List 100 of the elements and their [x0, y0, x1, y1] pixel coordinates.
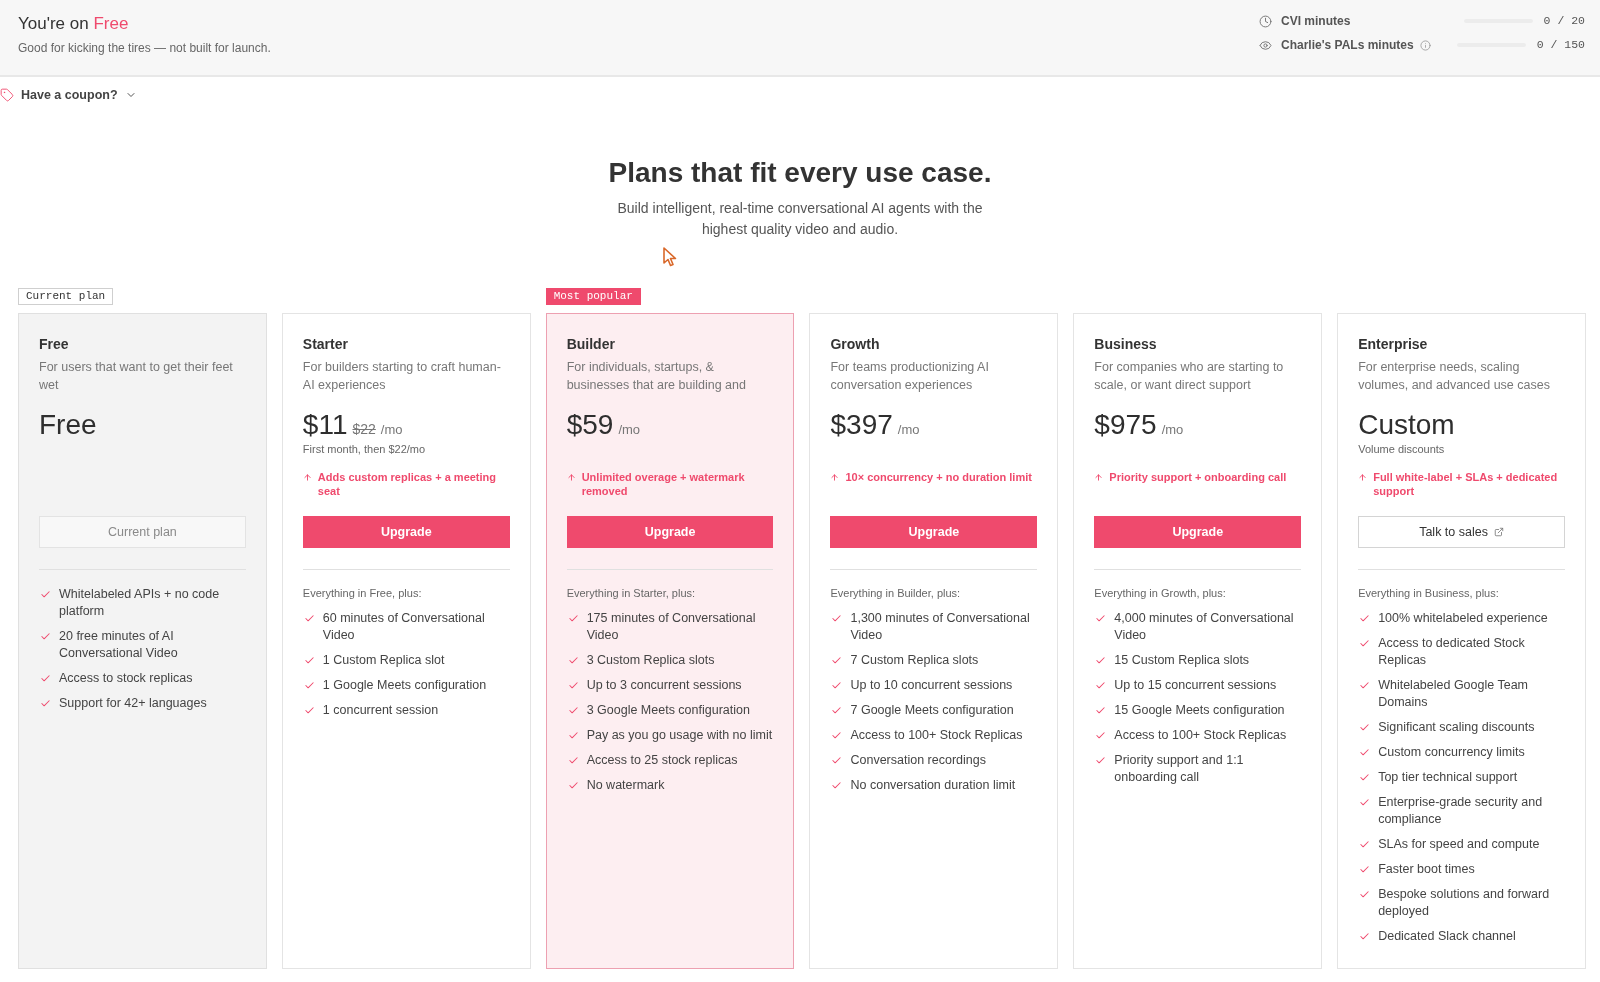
tag-icon	[0, 88, 14, 102]
feature-text: Up to 15 concurrent sessions	[1114, 677, 1277, 694]
check-icon	[567, 780, 579, 791]
plan-description: For enterprise needs, scaling volumes, and advanced use cases	[1358, 359, 1551, 394]
talk-to-sales-button[interactable]: Talk to sales	[1358, 516, 1565, 548]
check-icon	[303, 613, 315, 624]
price-period: /mo	[618, 421, 641, 439]
price-period: /mo	[1161, 421, 1184, 439]
check-icon	[303, 680, 315, 691]
price-period: /mo	[380, 421, 403, 439]
pricing-heading: Plans that fit every use case.	[608, 156, 992, 190]
arrow-up-icon	[566, 473, 576, 482]
feature-text: No conversation duration limit	[850, 777, 1016, 794]
feature-text: Up to 3 concurrent sessions	[586, 677, 742, 694]
feature-text: Support for 42+ languages	[59, 695, 207, 712]
feature-text: 175 minutes of Conversational Video	[586, 610, 757, 644]
feature-text: No watermark	[586, 777, 665, 794]
feature-text: 3 Custom Replica slots	[586, 652, 715, 669]
plan-highlight: Priority support + onboarding call	[1109, 470, 1287, 484]
feature-text: Enterprise-grade security and compliance	[1378, 794, 1544, 828]
check-icon	[40, 698, 51, 709]
check-icon	[831, 730, 843, 741]
feature-text: Whitelabeled Google Team Domains	[1378, 677, 1530, 711]
check-icon	[40, 589, 51, 600]
plan-name: Business	[1094, 335, 1158, 354]
feature-text: Significant scaling discounts	[1378, 719, 1535, 736]
check-icon	[567, 613, 579, 624]
feature-text: 1,300 minutes of Conversational Video	[850, 610, 1031, 644]
plan-highlight: Adds custom replicas + a meeting seat	[317, 470, 498, 498]
check-icon	[831, 680, 843, 691]
plan-name: Starter	[302, 335, 349, 354]
feature-text: Priority support and 1:1 onboarding call	[1114, 752, 1245, 786]
plan-name: Enterprise	[1358, 335, 1429, 354]
original-price: $22	[352, 420, 376, 439]
includes-heading: Everything in Starter, plus:	[566, 586, 697, 600]
check-icon	[831, 755, 843, 766]
feature-text: Up to 10 concurrent sessions	[850, 677, 1013, 694]
upgrade-button[interactable]: Upgrade	[302, 516, 510, 548]
arrow-up-icon	[302, 473, 312, 482]
check-icon	[1359, 931, 1371, 942]
arrow-up-icon	[1358, 473, 1368, 482]
check-icon	[303, 655, 315, 666]
coupon-toggle[interactable]: Have a coupon?	[0, 85, 137, 105]
plan-title: You're on Free	[18, 13, 130, 35]
plan-description: For users that want to get their feet wet	[39, 359, 234, 394]
feature-text: 1 Custom Replica slot	[322, 652, 445, 669]
usage-label: CVI minutes	[1281, 13, 1351, 30]
feature-text: Access to stock replicas	[59, 670, 193, 687]
price-note: First month, then $22/mo	[302, 442, 427, 456]
plan-price: $11	[302, 408, 348, 442]
check-icon	[567, 755, 579, 766]
plan-tagline: Good for kicking the tires — not built for launch.	[18, 40, 271, 56]
plan-name: Free	[39, 335, 70, 354]
upgrade-button[interactable]: Upgrade	[830, 516, 1038, 548]
feature-text: 1 concurrent session	[322, 702, 439, 719]
current-plan-badge: Current plan	[18, 288, 114, 305]
includes-heading: Everything in Business, plus:	[1358, 586, 1500, 600]
feature-text: Access to 25 stock replicas	[586, 752, 738, 769]
price-note: Volume discounts	[1358, 442, 1446, 456]
upgrade-button[interactable]: Upgrade	[1094, 516, 1302, 548]
check-icon	[303, 705, 315, 716]
cursor-icon	[661, 246, 679, 268]
check-icon	[1095, 730, 1107, 741]
plan-description: For teams productionizing AI conversation experiences	[830, 359, 990, 394]
check-icon	[1359, 638, 1371, 649]
plan-price: $975	[1094, 408, 1157, 442]
check-icon	[1359, 864, 1371, 875]
feature-text: 3 Google Meets configuration	[586, 702, 750, 719]
external-link-icon	[1493, 527, 1504, 537]
feature-text: 7 Google Meets configuration	[850, 702, 1014, 719]
feature-text: 4,000 minutes of Conversational Video	[1114, 610, 1295, 644]
check-icon	[567, 680, 579, 691]
plan-description: For builders starting to craft human-AI experiences	[302, 359, 502, 394]
check-icon	[40, 631, 51, 642]
plan-price: Custom	[1358, 408, 1455, 442]
arrow-up-icon	[830, 473, 840, 482]
usage-reading: 0 / 20	[1543, 13, 1585, 30]
usage-label: Charlie's PALs minutes	[1281, 37, 1414, 54]
upgrade-button[interactable]: Upgrade	[566, 516, 774, 548]
feature-text: Access to 100+ Stock Replicas	[1114, 727, 1287, 744]
check-icon	[567, 730, 579, 741]
feature-text: Access to dedicated Stock Replicas	[1378, 635, 1526, 669]
check-icon	[831, 613, 843, 624]
feature-text: 20 free minutes of AI Conversational Video	[59, 628, 179, 662]
feature-text: 7 Custom Replica slots	[850, 652, 979, 669]
feature-text: Faster boot times	[1378, 861, 1475, 878]
includes-heading: Everything in Builder, plus:	[830, 586, 962, 600]
clock-icon	[1259, 14, 1272, 28]
feature-text: Top tier technical support	[1378, 769, 1518, 786]
info-icon[interactable]	[1419, 39, 1431, 51]
check-icon	[831, 780, 843, 791]
feature-text: Conversation recordings	[850, 752, 986, 769]
feature-text: SLAs for speed and compute	[1378, 836, 1540, 853]
plan-name: Builder	[566, 335, 616, 354]
check-icon	[1359, 797, 1371, 808]
check-icon	[1095, 705, 1107, 716]
check-icon	[1095, 613, 1107, 624]
plan-highlight: Full white-label + SLAs + dedicated support	[1373, 470, 1559, 498]
plan-price: $397	[830, 408, 893, 442]
includes-heading: Everything in Free, plus:	[302, 586, 423, 600]
